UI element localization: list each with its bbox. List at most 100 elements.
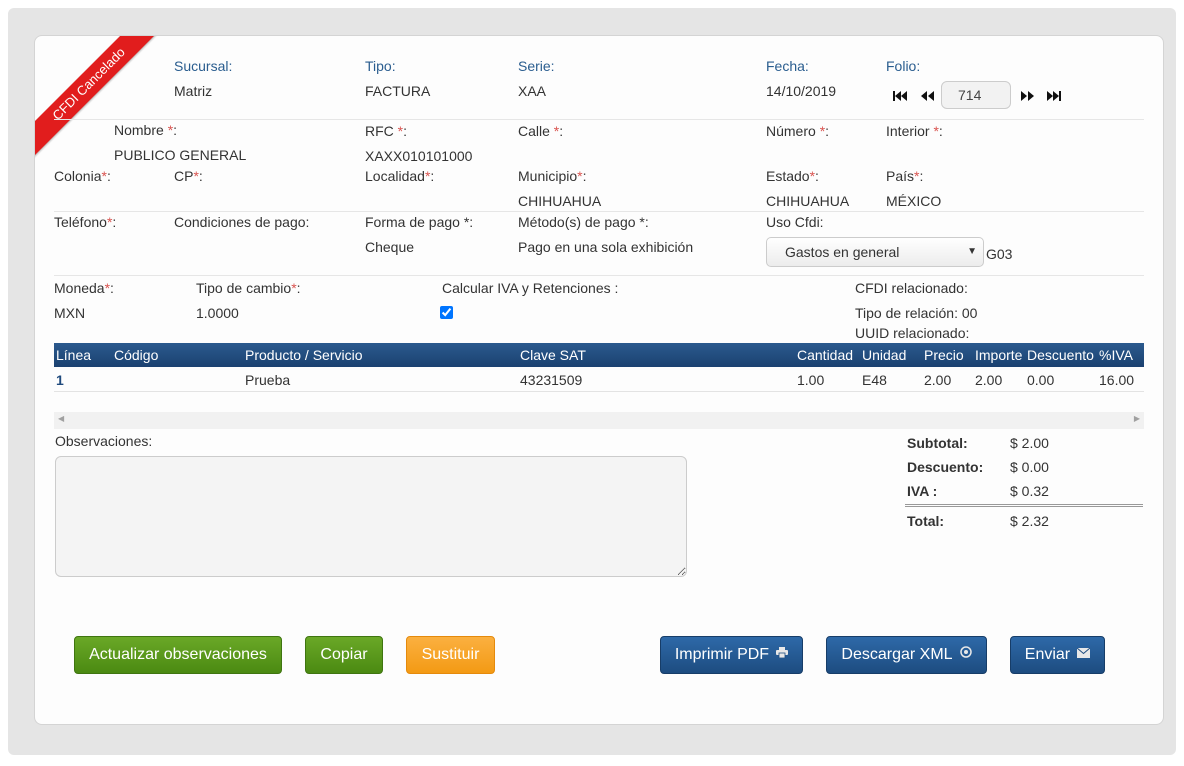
col-descuento: Descuento <box>1027 347 1094 363</box>
pais-label: País*: <box>886 168 924 184</box>
cell-clave-sat: 43231509 <box>520 372 583 388</box>
nombre-value: PUBLICO GENERAL <box>114 147 247 163</box>
copiar-button[interactable]: Copiar <box>305 636 383 674</box>
forma-pago-label: Forma de pago *: <box>365 214 474 230</box>
forma-pago-value: Cheque <box>365 239 415 255</box>
fecha-label: Fecha: <box>766 58 809 74</box>
calcular-iva-checkbox[interactable] <box>440 306 453 319</box>
col-unidad: Unidad <box>862 347 907 363</box>
telefono-label: Teléfono*: <box>54 214 117 230</box>
imprimir-pdf-button[interactable]: Imprimir PDF <box>660 636 803 674</box>
totals-divider <box>905 504 1143 507</box>
download-icon <box>957 646 972 661</box>
cell-precio: 2.00 <box>924 372 952 388</box>
tipo-value: FACTURA <box>365 83 431 99</box>
cell-producto: Prueba <box>245 372 291 388</box>
municipio-label: Municipio*: <box>518 168 587 184</box>
uso-cfdi-code: G03 <box>986 246 1013 262</box>
col-importe: Importe <box>975 347 1023 363</box>
total-label: Total: <box>907 513 945 529</box>
first-page-icon <box>893 91 907 101</box>
sustituir-button[interactable]: Sustituir <box>406 636 495 674</box>
observaciones-label: Observaciones: <box>55 433 153 449</box>
invoice-card: CFDI Cancelado Sucursal: Matriz Tipo: FA… <box>34 35 1164 725</box>
cfdi-relacionado-label: CFDI relacionado: <box>855 280 968 296</box>
descuento-value: $ 0.00 <box>1010 459 1049 475</box>
tipo-label: Tipo: <box>365 58 396 74</box>
last-page-icon <box>1047 91 1061 101</box>
prev-page-icon <box>920 91 934 101</box>
scroll-right-icon[interactable]: ▶ <box>1134 414 1140 423</box>
estado-value: CHIHUAHUA <box>766 193 850 209</box>
observaciones-textarea[interactable] <box>55 456 687 577</box>
next-page-button[interactable] <box>1019 89 1035 103</box>
divider <box>54 211 1144 212</box>
enviar-label: Enviar <box>1024 646 1071 663</box>
iva-value: $ 0.32 <box>1010 483 1049 499</box>
subtotal-value: $ 2.00 <box>1010 435 1049 451</box>
caret-down-icon: ▼ <box>967 246 977 257</box>
condiciones-label: Condiciones de pago: <box>174 214 310 230</box>
tipo-relacion-label: Tipo de relación: 00 <box>855 305 978 321</box>
col-precio: Precio <box>924 347 964 363</box>
mail-icon <box>1074 647 1091 661</box>
cell-importe: 2.00 <box>975 372 1003 388</box>
descargar-xml-button[interactable]: Descargar XML <box>826 636 987 674</box>
nombre-label: Nombre *: <box>114 122 178 138</box>
municipio-value: CHIHUAHUA <box>518 193 602 209</box>
rfc-value: XAXX010101000 <box>365 148 473 164</box>
uuid-relacionado-label: UUID relacionado: <box>855 325 970 341</box>
descuento-label: Descuento: <box>907 459 984 475</box>
cp-label: CP*: <box>174 168 203 184</box>
localidad-label: Localidad*: <box>365 168 435 184</box>
interior-label: Interior *: <box>886 123 943 139</box>
last-page-button[interactable] <box>1046 89 1062 103</box>
enviar-button[interactable]: Enviar <box>1010 636 1105 674</box>
colonia-label: Colonia*: <box>54 168 111 184</box>
cell-unidad: E48 <box>862 372 887 388</box>
serie-value: XAA <box>518 83 547 99</box>
serie-label: Serie: <box>518 58 555 74</box>
divider <box>54 119 1144 120</box>
iva-label: IVA : <box>907 483 938 499</box>
actualizar-observaciones-button[interactable]: Actualizar observaciones <box>74 636 282 674</box>
horizontal-scrollbar[interactable]: ◀ ▶ <box>54 412 1144 429</box>
cell-linea[interactable]: 1 <box>56 372 64 388</box>
cell-iva: 16.00 <box>1099 372 1135 388</box>
divider <box>54 275 1144 276</box>
cell-cantidad: 1.00 <box>797 372 825 388</box>
sucursal-value: Matriz <box>174 83 213 99</box>
first-page-button[interactable] <box>892 89 908 103</box>
metodo-pago-value: Pago en una sola exhibición <box>518 239 694 255</box>
folio-input[interactable] <box>941 81 1011 109</box>
subtotal-label: Subtotal: <box>907 435 968 451</box>
cell-descuento: 0.00 <box>1027 372 1055 388</box>
sucursal-label: Sucursal: <box>174 58 233 74</box>
page-background: CFDI Cancelado Sucursal: Matriz Tipo: FA… <box>8 8 1176 755</box>
fecha-value: 14/10/2019 <box>766 83 837 99</box>
tipo-cambio-value: 1.0000 <box>196 305 239 321</box>
uso-cfdi-label: Uso Cfdi: <box>766 214 824 230</box>
next-page-icon <box>1020 91 1034 101</box>
status-ribbon: CFDI Cancelado <box>35 36 169 164</box>
col-codigo: Código <box>114 347 159 363</box>
tipo-cambio-label: Tipo de cambio*: <box>196 280 301 296</box>
col-cantidad: Cantidad <box>797 347 854 363</box>
scroll-left-icon[interactable]: ◀ <box>58 414 64 423</box>
total-value: $ 2.32 <box>1010 513 1049 529</box>
print-icon <box>773 647 789 661</box>
estado-label: Estado*: <box>766 168 819 184</box>
table-row[interactable]: 1 Prueba 43231509 1.00 E48 2.00 2.00 0.0… <box>54 367 1144 392</box>
descargar-xml-label: Descargar XML <box>841 646 953 663</box>
moneda-value: MXN <box>54 305 86 321</box>
calcular-iva-label: Calcular IVA y Retenciones : <box>442 280 619 296</box>
metodo-pago-label: Método(s) de pago *: <box>518 214 649 230</box>
prev-page-button[interactable] <box>919 89 935 103</box>
uso-cfdi-select[interactable]: Gastos en general ▼ <box>766 237 984 267</box>
col-clave-sat: Clave SAT <box>520 347 586 363</box>
uso-cfdi-selected: Gastos en general <box>785 244 900 260</box>
col-linea: Línea <box>56 347 92 363</box>
rfc-label: RFC *: <box>365 123 408 139</box>
items-table-header: Línea Código Producto / Servicio Clave S… <box>54 343 1144 367</box>
col-iva: %IVA <box>1099 347 1133 363</box>
